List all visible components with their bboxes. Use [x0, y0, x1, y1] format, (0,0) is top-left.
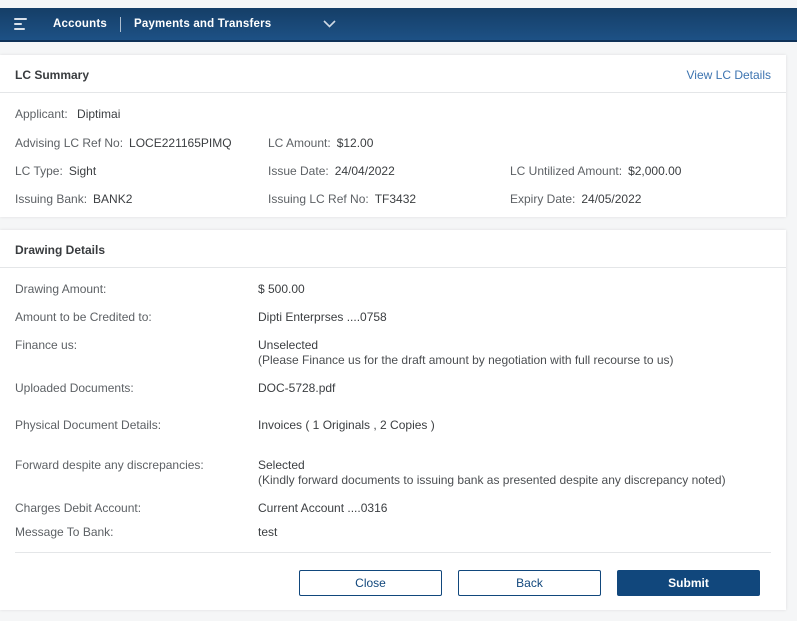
- field-advising-lc-ref-no: Advising LC Ref No: LOCE221165PIMQ: [15, 136, 268, 151]
- field-label: Expiry Date:: [510, 192, 576, 206]
- field-value: 24/05/2022: [581, 192, 642, 206]
- field-value: LOCE221165PIMQ: [129, 136, 232, 150]
- detail-label: Drawing Amount:: [15, 282, 107, 296]
- nav-divider: [120, 16, 121, 32]
- chevron-down-icon[interactable]: [323, 20, 336, 28]
- detail-note: (Kindly forward documents to issuing ban…: [258, 473, 726, 487]
- hamburger-menu-icon[interactable]: [14, 18, 30, 30]
- field-value: Sight: [68, 164, 97, 178]
- detail-value: Selected: [258, 458, 305, 472]
- detail-label: Finance us:: [15, 338, 78, 352]
- menu-bar: [14, 18, 27, 20]
- field-lc-type: LC Type: Sight: [15, 164, 268, 179]
- row-message-to-bank: Message To Bank: test: [15, 525, 771, 540]
- detail-label: Physical Document Details:: [15, 418, 162, 432]
- close-button[interactable]: Close: [299, 570, 442, 596]
- back-button[interactable]: Back: [458, 570, 601, 596]
- detail-label: Forward despite any discrepancies:: [15, 458, 204, 472]
- detail-value: Invoices ( 1 Originals , 2 Copies ): [258, 418, 435, 432]
- field-label: Issue Date:: [268, 164, 329, 178]
- field-value: $2,000.00: [628, 164, 682, 178]
- lc-summary-body: Applicant: Diptimai Advising LC Ref No: L…: [0, 93, 786, 217]
- lc-summary-card: LC Summary View LC Details Applicant: Di…: [0, 55, 786, 217]
- field-value: TF3432: [374, 192, 417, 206]
- detail-value: Current Account ....0316: [258, 501, 388, 515]
- field-issuing-lc-ref-no: Issuing LC Ref No: TF3432: [268, 192, 510, 207]
- lc-summary-header: LC Summary View LC Details: [0, 55, 786, 93]
- lc-summary-title: LC Summary: [15, 68, 90, 82]
- field-label: Advising LC Ref No:: [15, 136, 124, 150]
- row-charges-debit-account: Charges Debit Account: Current Account .…: [15, 501, 771, 516]
- applicant-field: Applicant: Diptimai: [15, 107, 771, 121]
- field-issue-date: Issue Date: 24/04/2022: [268, 164, 510, 179]
- submit-button[interactable]: Submit: [617, 570, 760, 596]
- field-label: LC Amount:: [268, 136, 331, 150]
- field-lc-amount: LC Amount: $12.00: [268, 136, 510, 151]
- main-navigation: Accounts Payments and Transfers: [53, 16, 336, 32]
- applicant-label: Applicant:: [15, 107, 68, 121]
- detail-value: DOC-5728.pdf: [258, 381, 336, 395]
- menu-bar: [14, 23, 22, 25]
- detail-label: Charges Debit Account:: [15, 501, 142, 515]
- row-amount-to-be-credited: Amount to be Credited to: Dipti Enterprs…: [15, 310, 771, 325]
- field-value: BANK2: [93, 192, 133, 206]
- nav-item-accounts[interactable]: Accounts: [53, 18, 107, 30]
- applicant-value: Diptimai: [77, 107, 121, 121]
- drawing-details-title: Drawing Details: [15, 243, 106, 257]
- drawing-details-body: Drawing Amount: $ 500.00 Amount to be Cr…: [0, 268, 786, 610]
- detail-value: Unselected: [258, 338, 319, 352]
- page-content: LC Summary View LC Details Applicant: Di…: [0, 55, 786, 610]
- nav-item-payments-and-transfers[interactable]: Payments and Transfers: [134, 18, 271, 30]
- menu-bar: [14, 28, 25, 30]
- drawing-details-card: Drawing Details Drawing Amount: $ 500.00…: [0, 230, 786, 610]
- view-lc-details-link[interactable]: View LC Details: [687, 68, 771, 82]
- field-lc-untilized-amount: LC Untilized Amount: $2,000.00: [510, 164, 771, 179]
- row-forward-despite-discrepancies: Forward despite any discrepancies: Selec…: [15, 458, 771, 488]
- top-navbar: Accounts Payments and Transfers: [0, 8, 797, 42]
- field-label: Issuing LC Ref No:: [268, 192, 369, 206]
- detail-label: Uploaded Documents:: [15, 381, 134, 395]
- row-finance-us: Finance us: Unselected (Please Finance u…: [15, 338, 771, 368]
- detail-value: $ 500.00: [258, 282, 305, 296]
- detail-note: (Please Finance us for the draft amount …: [258, 353, 674, 367]
- drawing-details-header: Drawing Details: [0, 230, 786, 268]
- field-issuing-bank: Issuing Bank: BANK2: [15, 192, 268, 207]
- detail-value: Dipti Enterprses ....0758: [258, 310, 387, 324]
- lc-summary-grid: Advising LC Ref No: LOCE221165PIMQ LC Amo…: [15, 136, 771, 207]
- detail-label: Amount to be Credited to:: [15, 310, 152, 324]
- row-drawing-amount: Drawing Amount: $ 500.00: [15, 282, 771, 297]
- field-label: LC Untilized Amount:: [510, 164, 623, 178]
- field-value: 24/04/2022: [334, 164, 395, 178]
- row-uploaded-documents: Uploaded Documents: DOC-5728.pdf: [15, 381, 771, 396]
- detail-value: test: [258, 525, 278, 539]
- field-expiry-date: Expiry Date: 24/05/2022: [510, 192, 771, 207]
- field-value: $12.00: [336, 136, 374, 150]
- field-empty: [510, 136, 771, 151]
- field-label: Issuing Bank:: [15, 192, 88, 206]
- actions-bar: Close Back Submit: [15, 553, 771, 610]
- row-physical-document-details: Physical Document Details: Invoices ( 1 …: [15, 418, 771, 433]
- detail-label: Message To Bank:: [15, 525, 114, 539]
- field-label: LC Type:: [15, 164, 63, 178]
